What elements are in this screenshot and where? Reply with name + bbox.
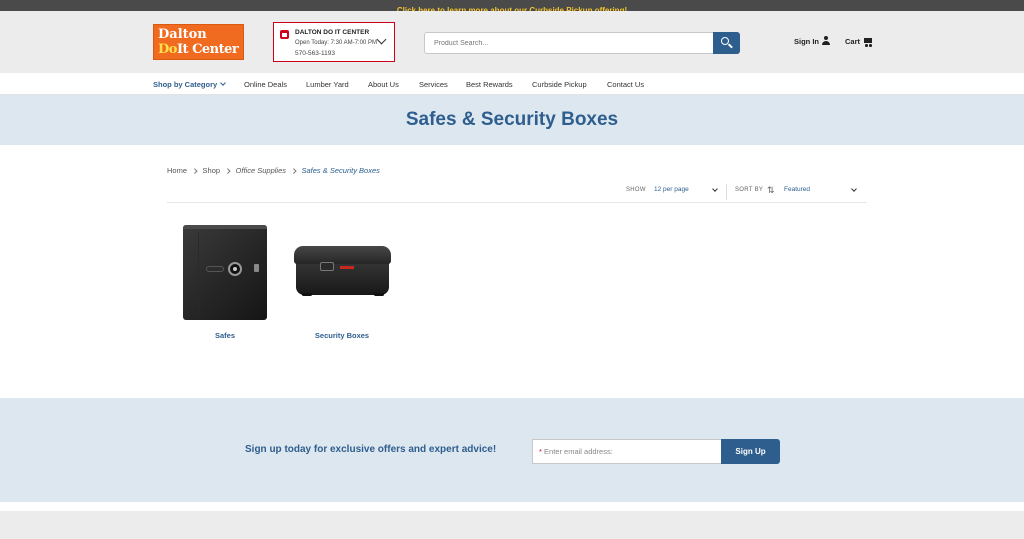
chevron-down-icon — [220, 80, 227, 86]
search-bar — [424, 32, 740, 54]
dalton-logo[interactable]: Dalton DoIt Center — [153, 24, 244, 60]
sign-in-link[interactable]: Sign In — [794, 37, 819, 46]
cart-icon[interactable] — [862, 37, 872, 47]
nav-contact-us[interactable]: Contact Us — [607, 80, 644, 89]
store-phone: 570-563-1193 — [295, 50, 335, 57]
page-title: Safes & Security Boxes — [405, 109, 619, 130]
breadcrumb: Home Shop Office Supplies Safes & Security … — [167, 166, 380, 175]
required-marker: * — [539, 447, 542, 456]
logo-line2: DoIt Center — [158, 42, 239, 57]
newsletter-band: Sign up today for exclusive offers and e… — [0, 398, 1024, 502]
sort-value: Featured — [784, 186, 811, 193]
chevron-right-icon — [291, 167, 297, 173]
site-header: Dalton DoIt Center DALTON DO IT CENTER O… — [0, 11, 1024, 73]
listing-toolbar: SHOW 12 per page SORT BY ⇅ Featured — [167, 181, 867, 203]
store-icon — [280, 30, 289, 39]
breadcrumb-office-supplies[interactable]: Office Supplies — [236, 166, 286, 175]
per-page-select[interactable]: 12 per page — [654, 186, 721, 198]
search-input[interactable] — [424, 32, 714, 54]
promo-bar: Click here to learn more about our Curbs… — [0, 0, 1024, 15]
search-button[interactable] — [713, 32, 740, 54]
product-label-safes[interactable]: Safes — [175, 331, 275, 340]
footer — [0, 511, 1024, 539]
store-hours: Open Today: 7:30 AM-7:00 PM — [295, 40, 377, 46]
main-nav: Shop by Category Online Deals Lumber Yar… — [0, 73, 1024, 95]
safe-handle — [206, 266, 224, 272]
store-selector[interactable]: DALTON DO IT CENTER Open Today: 7:30 AM-… — [273, 22, 395, 62]
box-lock — [320, 262, 334, 271]
per-page-value: 12 per page — [654, 186, 689, 193]
chevron-down-icon — [851, 186, 857, 192]
logo-line1: Dalton — [158, 27, 207, 42]
breadcrumb-home[interactable]: Home — [167, 166, 187, 175]
chevron-right-icon — [225, 167, 231, 173]
nav-services[interactable]: Services — [419, 80, 448, 89]
breadcrumb-shop[interactable]: Shop — [203, 166, 221, 175]
sign-up-button[interactable]: Sign Up — [721, 439, 780, 464]
nav-best-rewards[interactable]: Best Rewards — [466, 80, 513, 89]
logo-it-center: It Center — [176, 42, 239, 57]
nav-lumber-yard[interactable]: Lumber Yard — [306, 80, 349, 89]
email-field[interactable]: * Enter email address: — [532, 439, 722, 464]
chevron-down-icon[interactable] — [376, 34, 387, 45]
show-label: SHOW — [626, 187, 646, 193]
email-placeholder: Enter email address: — [544, 447, 613, 456]
cart-link[interactable]: Cart — [845, 37, 860, 46]
newsletter-text: Sign up today for exclusive offers and e… — [245, 444, 497, 455]
safe-dial — [228, 262, 242, 276]
nav-curbside-pickup[interactable]: Curbside Pickup — [532, 80, 587, 89]
chevron-down-icon — [712, 186, 718, 192]
nav-shop-by-category[interactable]: Shop by Category — [153, 80, 227, 89]
toolbar-divider — [726, 184, 727, 200]
product-label-security-boxes[interactable]: Security Boxes — [292, 331, 392, 340]
breadcrumb-current: Safes & Security Boxes — [301, 166, 380, 175]
chevron-right-icon — [192, 167, 198, 173]
nav-online-deals[interactable]: Online Deals — [244, 80, 287, 89]
logo-do: Do — [158, 42, 177, 57]
sort-label: SORT BY — [735, 187, 764, 193]
page-title-band: Safes & Security Boxes — [0, 95, 1024, 145]
user-icon[interactable] — [821, 36, 831, 46]
sort-select[interactable]: Featured — [784, 186, 860, 198]
store-name: DALTON DO IT CENTER — [295, 29, 370, 36]
nav-about-us[interactable]: About Us — [368, 80, 399, 89]
sort-arrows-icon[interactable]: ⇅ — [767, 185, 775, 196]
